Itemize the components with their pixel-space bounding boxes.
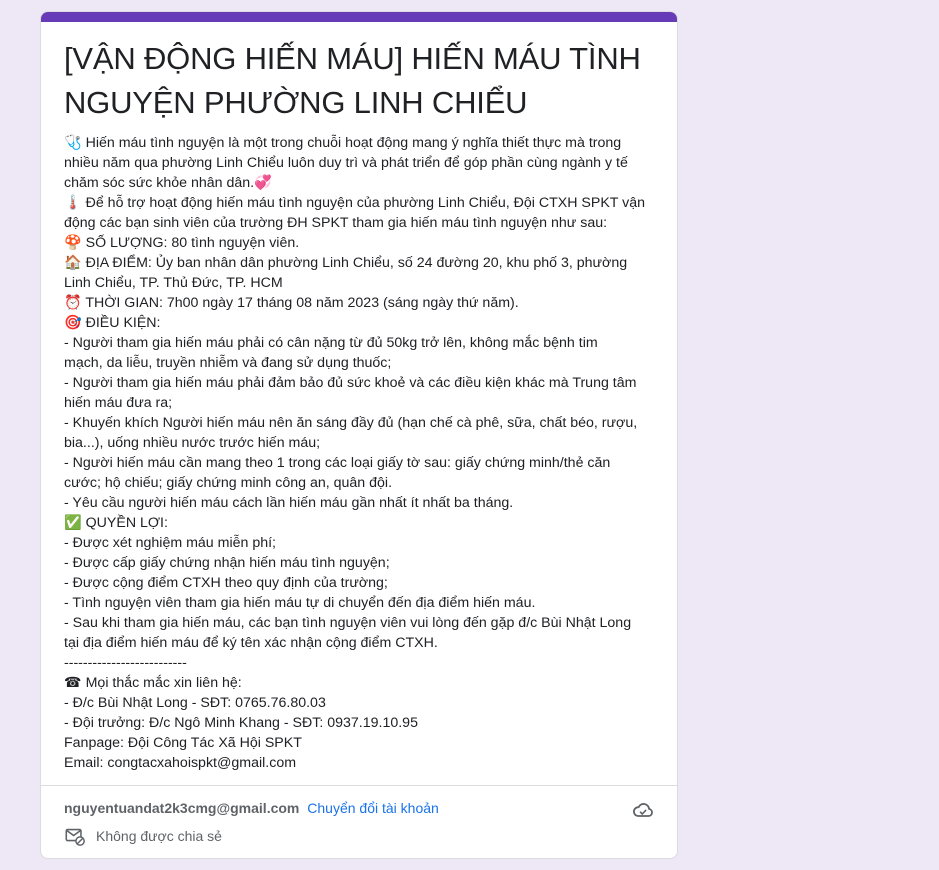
description-line: 🌡️ Để hỗ trợ hoạt động hiến máu tình ngu… [64,195,646,211]
description-line: mạch, da liễu, truyền nhiễm và đang sử d… [64,355,392,371]
not-shared-row: Không được chia sẻ [64,824,222,848]
description-line: 🎯 ĐIỀU KIỆN: [64,315,161,331]
form-title-line-1: [VẬN ĐỘNG HIẾN MÁU] HIẾN MÁU TÌNH [64,41,641,76]
description-line: cước; hộ chiếu; giấy chứng minh công an,… [64,475,393,491]
description-line: 🍄 SỐ LƯỢNG: 80 tình nguyện viên. [64,235,300,251]
description-line: 🏠 ĐỊA ĐIỂM: Ủy ban nhân dân phường Linh … [64,255,628,271]
form-accent-bar [41,12,677,22]
description-line: ✅ QUYỀN LỢI: [64,515,168,531]
description-line: tại địa điểm hiến máu để ký tên xác nhận… [64,635,438,651]
description-line: - Người tham gia hiến máu phải có cân nặ… [64,335,598,351]
description-line: - Khuyến khích Người hiến máu nên ăn sán… [64,415,638,431]
account-email: nguyentuandat2k3cmg@gmail.com [64,800,300,816]
form-title-line-2: NGUYỆN PHƯỜNG LINH CHIỂU [64,85,528,120]
description-line: chăm sóc sức khỏe nhân dân.💞 [64,175,272,191]
description-line: - Đội trưởng: Đ/c Ngô Minh Khang - SĐT: … [64,715,418,731]
description-line: - Đ/c Bùi Nhật Long - SĐT: 0765.76.80.03 [64,695,326,711]
mail-not-shared-icon [65,828,85,846]
description-line: bia...), uống nhiều nước trước hiến máu; [64,435,321,451]
description-line: - Người hiến máu cần mang theo 1 trong c… [64,455,611,471]
page: [VẬN ĐỘNG HIẾN MÁU] HIẾN MÁU TÌNH NGUYỆN… [0,0,939,870]
description-line: - Được xét nghiệm máu miễn phí; [64,535,276,551]
description-line: - Được cấp giấy chứng nhận hiến máu tình… [64,555,390,571]
switch-account-link[interactable]: Chuyển đổi tài khoản [307,800,439,816]
description-line: ⏰ THỜI GIAN: 7h00 ngày 17 tháng 08 năm 2… [64,295,519,311]
description-line: hiến máu đưa ra; [64,395,173,411]
description-line: - Người tham gia hiến máu phải đảm bảo đ… [64,375,637,391]
divider [41,785,677,786]
not-shared-label: Không được chia sẻ [96,828,222,844]
description-line: 🩺 Hiến máu tình nguyện là một trong chuỗ… [64,135,622,151]
description-line: động các bạn sinh viên của trường ĐH SPK… [64,215,608,231]
form-title: [VẬN ĐỘNG HIẾN MÁU] HIẾN MÁU TÌNH NGUYỆN… [64,37,654,125]
description-line: - Yêu cầu người hiến máu cách lần hiến m… [64,495,514,511]
form-header-card: [VẬN ĐỘNG HIẾN MÁU] HIẾN MÁU TÌNH NGUYỆN… [40,11,678,859]
description-line: Email: congtacxahoispkt@gmail.com [64,755,297,771]
description-line: ☎ Mọi thắc mắc xin liên hệ: [64,675,242,691]
description-line: - Sau khi tham gia hiến máu, các bạn tìn… [64,615,632,631]
form-description: 🩺 Hiến máu tình nguyện là một trong chuỗ… [64,133,660,773]
description-line: -------------------------- [64,655,187,671]
account-row: nguyentuandat2k3cmg@gmail.com Chuyển đổi… [64,798,439,818]
description-line: nhiều năm qua phường Linh Chiểu luôn duy… [64,155,628,171]
description-line: - Được cộng điểm CTXH theo quy định của … [64,575,388,591]
cloud-sync-icon[interactable] [631,798,655,822]
description-line: - Tình nguyện viên tham gia hiến máu tự … [64,595,536,611]
description-line: Linh Chiểu, TP. Thủ Đức, TP. HCM [64,275,283,291]
description-line: Fanpage: Đội Công Tác Xã Hội SPKT [64,735,302,751]
